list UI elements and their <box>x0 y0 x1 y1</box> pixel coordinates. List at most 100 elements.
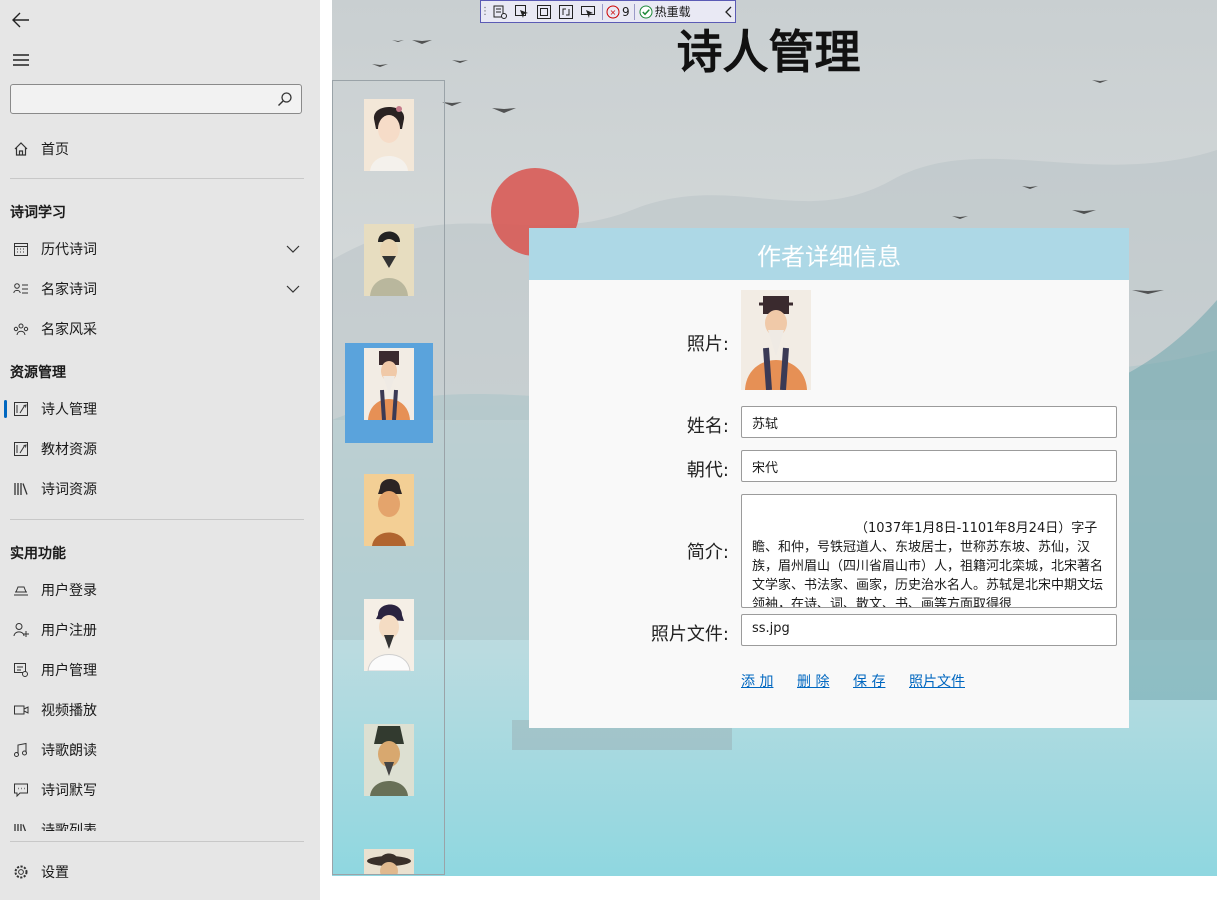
error-icon: × <box>606 5 620 18</box>
section-header-utilities: 实用功能 <box>10 546 66 562</box>
nav-item-user-register[interactable]: 用户注册 <box>0 610 320 650</box>
nav-item-label: 诗词资源 <box>41 482 97 498</box>
list-item[interactable] <box>345 594 433 694</box>
nav-item-settings[interactable]: 设置 <box>0 852 320 892</box>
hot-reload-status[interactable]: 热重载 <box>639 3 691 20</box>
nav-item-label: 历代诗词 <box>41 242 97 258</box>
nav-item-home[interactable]: 首页 <box>0 129 320 169</box>
library-icon <box>11 479 31 499</box>
poet-portrait-image <box>364 99 414 171</box>
drag-handle-icon[interactable]: ⋮ <box>480 3 490 21</box>
debug-toolbar: ⋮ × 9 热重载 <box>480 0 736 23</box>
poet-photo-list[interactable] <box>332 80 445 875</box>
name-label: 姓名: <box>686 416 729 437</box>
nav-item-poem-reading[interactable]: 诗歌朗读 <box>0 730 320 770</box>
list-item[interactable] <box>345 94 433 194</box>
poet-portrait-image <box>364 474 414 546</box>
nav-item-label: 视频播放 <box>41 703 97 719</box>
name-field[interactable]: 苏轼 <box>741 406 1117 438</box>
page-title: 诗人管理 <box>676 25 861 79</box>
author-photo <box>741 290 811 390</box>
photo-file-button[interactable]: 照片文件 <box>909 671 965 691</box>
nav-item-user-management[interactable]: 用户管理 <box>0 650 320 690</box>
chevron-down-icon[interactable] <box>286 241 300 260</box>
svg-text:×: × <box>610 8 617 17</box>
poet-portrait-image <box>364 849 414 874</box>
toolbar-separator <box>633 3 635 20</box>
poet-portrait-image <box>364 599 414 671</box>
photo-file-field[interactable]: ss.jpg <box>741 614 1117 646</box>
photo-file-label: 照片文件: <box>650 624 729 645</box>
poet-portrait-image <box>364 348 414 420</box>
nav-item-famous-poems[interactable]: 名家诗词 <box>0 269 320 309</box>
nav-item-label: 诗歌朗读 <box>41 743 97 759</box>
home-icon <box>11 139 31 159</box>
save-button[interactable]: 保 存 <box>853 671 885 691</box>
list-item[interactable] <box>345 469 433 569</box>
author-detail-card: 作者详细信息 照片: 姓名: 苏轼 朝代: 宋代 简介: （1037年1月8日-… <box>529 228 1129 728</box>
contact-list-icon <box>11 279 31 299</box>
nav-item-dynasty-poems[interactable]: 历代诗词 <box>0 229 320 269</box>
nav-item-user-login[interactable]: 用户登录 <box>0 570 320 610</box>
track-focus-icon[interactable] <box>555 3 577 21</box>
list-item[interactable] <box>345 844 433 874</box>
card-header: 作者详细信息 <box>529 228 1129 280</box>
list-item[interactable] <box>345 719 433 819</box>
divider <box>10 841 304 842</box>
add-user-icon <box>11 620 31 640</box>
collapse-chevron-icon[interactable] <box>723 6 735 18</box>
nav-item-label: 诗词默写 <box>41 783 97 799</box>
nav-item-textbook-resources[interactable]: 教材资源 <box>0 429 320 469</box>
divider <box>10 178 304 179</box>
binding-failures-count: 9 <box>622 4 630 19</box>
nav-item-label: 用户管理 <box>41 663 97 679</box>
nav-item-poem-dictation[interactable]: 诗词默写 <box>0 770 320 810</box>
back-arrow-icon[interactable] <box>10 9 32 31</box>
nav-item-video-playback[interactable]: 视频播放 <box>0 690 320 730</box>
video-icon <box>11 700 31 720</box>
live-tree-icon[interactable] <box>489 3 511 21</box>
nav-item-label: 设置 <box>41 865 69 881</box>
edit-document-icon <box>11 399 31 419</box>
search-input[interactable] <box>17 85 271 113</box>
binding-failures-indicator[interactable]: × 9 <box>606 5 630 19</box>
edit-document-icon <box>11 439 31 459</box>
calendar-icon <box>11 239 31 259</box>
preview-selection-icon[interactable] <box>577 3 599 21</box>
display-layout-adorners-icon[interactable] <box>533 3 555 21</box>
nav-item-poetry-resources[interactable]: 诗词资源 <box>0 469 320 509</box>
music-note-icon <box>11 740 31 760</box>
hot-reload-label: 热重载 <box>654 5 691 19</box>
search-box[interactable] <box>10 84 302 114</box>
nav-item-label: 首页 <box>41 142 69 158</box>
login-icon <box>11 580 31 600</box>
nav-scroll-clip: 诗歌列表 <box>0 815 320 831</box>
nav-item-label: 诗歌列表 <box>41 823 97 831</box>
nav-item-label: 诗人管理 <box>41 402 97 418</box>
nav-item-label: 教材资源 <box>41 442 97 458</box>
intro-textarea[interactable]: （1037年1月8日-1101年8月24日）字子瞻、和仲，号铁冠道人、东坡居士，… <box>741 494 1117 608</box>
library-icon <box>11 820 31 831</box>
nav-item-poet-management[interactable]: 诗人管理 <box>0 389 320 429</box>
poet-portrait-image <box>364 224 414 296</box>
nav-item-poem-list[interactable]: 诗歌列表 <box>0 815 320 831</box>
dynasty-field[interactable]: 宋代 <box>741 450 1117 482</box>
section-header-poetry-study: 诗词学习 <box>10 205 66 221</box>
list-item[interactable] <box>345 219 433 319</box>
nav-item-label: 名家诗词 <box>41 282 97 298</box>
chevron-down-icon[interactable] <box>286 281 300 300</box>
poet-portrait-image <box>364 724 414 796</box>
gear-icon <box>11 862 31 882</box>
delete-button[interactable]: 删 除 <box>797 671 829 691</box>
check-circle-icon <box>639 5 653 18</box>
nav-item-famous-style[interactable]: 名家风采 <box>0 309 320 349</box>
select-element-icon[interactable] <box>511 3 533 21</box>
add-button[interactable]: 添 加 <box>741 671 773 691</box>
photo-label: 照片: <box>686 334 729 355</box>
toolbar-separator <box>602 3 603 20</box>
list-item-selected[interactable] <box>345 343 433 443</box>
search-icon[interactable] <box>277 91 293 111</box>
content-area: 诗人管理 ⋮ × 9 热重载 作者详细信息 照片: 姓名: 苏轼 朝代: 宋代 … <box>320 0 1217 900</box>
manage-users-icon <box>11 660 31 680</box>
hamburger-menu-icon[interactable] <box>10 49 32 71</box>
